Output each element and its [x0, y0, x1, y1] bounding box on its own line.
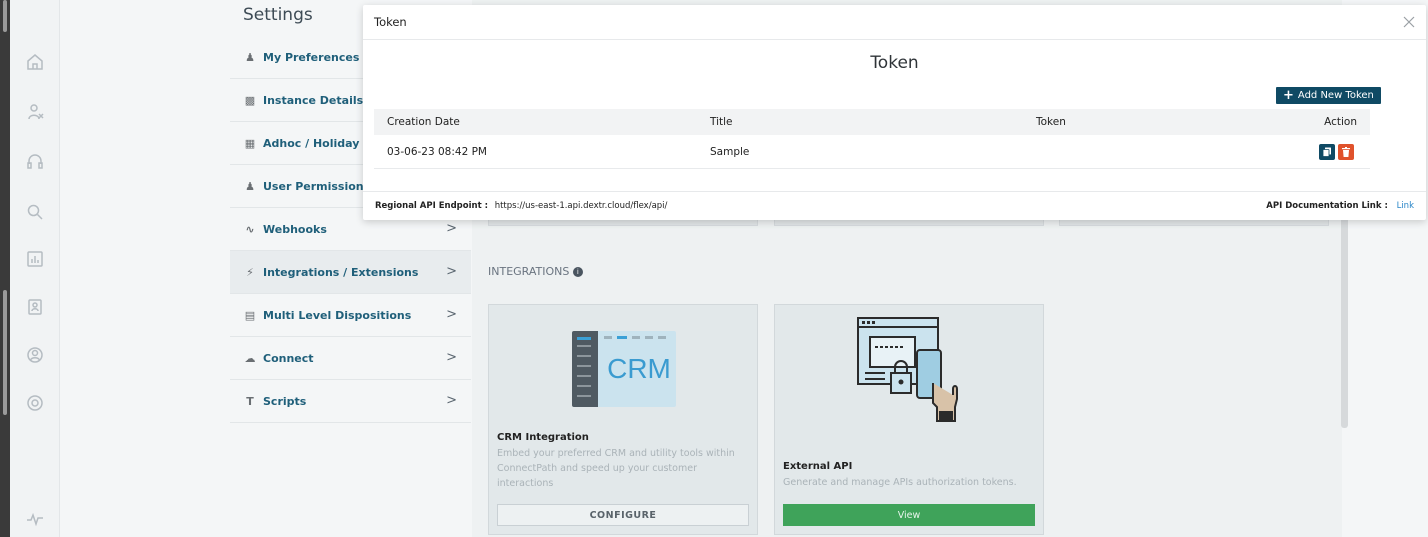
user-icon: ♟ [245, 50, 255, 64]
add-new-token-label: Add New Token [1297, 90, 1374, 101]
modal-heading: Token [870, 53, 919, 73]
col-action: Action [1324, 116, 1357, 128]
token-modal: Token Token + Add New Token Creation Dat… [363, 5, 1426, 220]
info-icon[interactable]: i [572, 267, 583, 277]
menu-item-label: My Preferences [263, 50, 360, 64]
external-api-illustration [855, 315, 965, 423]
text-icon: T [246, 394, 254, 408]
agent-icon[interactable] [24, 101, 46, 123]
token-table: Creation Date Title Token Action 03-06-2… [374, 109, 1370, 169]
add-new-token-button[interactable]: + Add New Token [1276, 87, 1381, 104]
table-row: 03-06-23 08:42 PM Sample [374, 135, 1370, 169]
user-lock-icon: ♟ [245, 179, 255, 193]
contacts-icon[interactable] [24, 296, 46, 318]
edge-scroll-thumb-top[interactable] [3, 0, 7, 32]
menu-item-label: Webhooks [263, 222, 327, 236]
table-header: Creation Date Title Token Action [374, 109, 1370, 135]
menu-item-label: Multi Level Dispositions [263, 308, 412, 322]
card-title: External API [783, 461, 853, 472]
edge-scroll-thumb[interactable] [3, 290, 7, 415]
webhook-icon: ∿ [245, 222, 255, 236]
settings-title: Settings [243, 5, 313, 25]
cloud-icon: ☁ [244, 351, 256, 365]
close-icon[interactable] [1402, 15, 1416, 29]
modal-header-title: Token [374, 15, 407, 29]
calendar-icon: ▦ [244, 136, 256, 150]
col-title: Title [710, 116, 733, 128]
crm-illustration: CRM [572, 331, 676, 407]
icon-rail [10, 0, 60, 537]
reports-icon[interactable] [24, 248, 46, 270]
menu-item-label: Scripts [263, 394, 307, 408]
integrations-heading: INTEGRATIONS i [488, 265, 583, 278]
chevron-right-icon: > [446, 307, 457, 322]
help-lifebuoy-icon[interactable] [24, 392, 46, 414]
profile-icon[interactable] [24, 344, 46, 366]
menu-item-label: Integrations / Extensions [263, 265, 419, 279]
menu-item-multi-level-dispositions[interactable]: ▤ Multi Level Dispositions > [230, 294, 471, 337]
menu-item-label: Instance Details [263, 93, 364, 107]
cell-creation-date: 03-06-23 08:42 PM [387, 145, 487, 158]
regional-endpoint: Regional API Endpoint : https://us-east-… [375, 201, 667, 211]
endpoint-url: https://us-east-1.api.dextr.cloud/flex/a… [494, 201, 668, 211]
integrations-heading-text: INTEGRATIONS [488, 265, 570, 278]
copy-icon[interactable] [1319, 144, 1335, 160]
menu-item-label: Connect [263, 351, 314, 365]
chevron-right-icon: > [446, 221, 457, 236]
card-description: Generate and manage APIs authorization t… [783, 477, 1017, 488]
chevron-right-icon: > [446, 393, 457, 408]
plug-icon: ⚡ [246, 265, 254, 279]
api-doc-link: API Documentation Link : Link [1266, 201, 1414, 211]
col-creation-date: Creation Date [387, 116, 460, 128]
doc-link[interactable]: Link [1397, 201, 1414, 211]
building-icon: ▩ [244, 93, 256, 107]
col-token: Token [1036, 116, 1066, 128]
card-title: CRM Integration [497, 432, 589, 443]
external-api-card: External API Generate and manage APIs au… [774, 304, 1044, 535]
menu-item-integrations[interactable]: ⚡ Integrations / Extensions > [230, 251, 471, 294]
menu-item-scripts[interactable]: T Scripts > [230, 380, 471, 423]
view-button[interactable]: View [783, 504, 1035, 526]
chevron-right-icon: > [446, 350, 457, 365]
menu-item-label: User Permissions [263, 179, 371, 193]
cell-title: Sample [710, 145, 750, 158]
crm-label: CRM [607, 353, 671, 384]
crm-integration-card: CRM CRM Integration Embed your preferred… [488, 304, 758, 535]
configure-button[interactable]: CONFIGURE [497, 504, 749, 526]
modal-footer: Regional API Endpoint : https://us-east-… [363, 191, 1426, 220]
list-icon: ▤ [244, 308, 256, 322]
search-icon[interactable] [24, 201, 46, 223]
activity-icon[interactable] [24, 508, 46, 530]
card-description: Embed your preferred CRM and utility too… [497, 448, 735, 489]
modal-header: Token [363, 5, 1426, 40]
trash-icon[interactable] [1338, 144, 1354, 160]
endpoint-label: Regional API Endpoint : [375, 201, 488, 211]
window-edge [0, 0, 10, 537]
row-actions [1319, 144, 1354, 160]
home-icon[interactable] [24, 51, 46, 73]
headset-icon[interactable] [24, 151, 46, 173]
menu-item-connect[interactable]: ☁ Connect > [230, 337, 471, 380]
plus-icon: + [1283, 88, 1294, 103]
chevron-right-icon: > [446, 264, 457, 279]
doc-label: API Documentation Link : [1266, 201, 1388, 211]
